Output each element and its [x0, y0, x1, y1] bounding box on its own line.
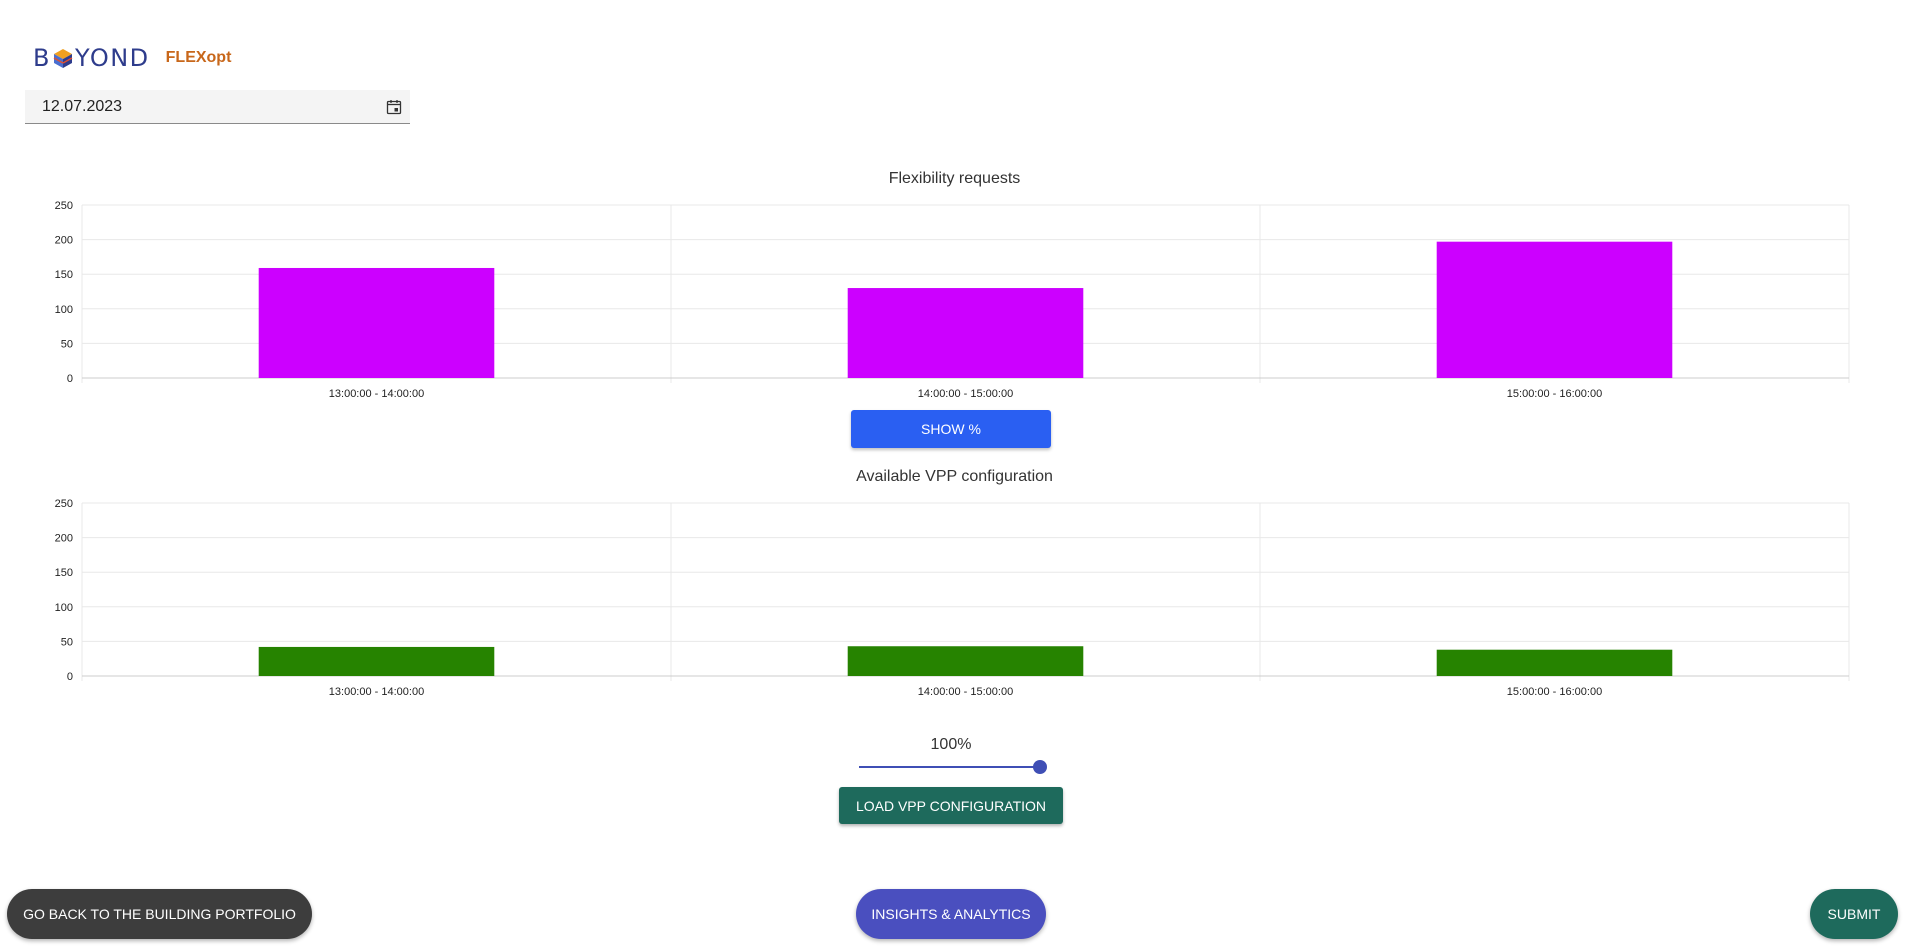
y-tick-label: 100 — [55, 602, 73, 614]
slider-track[interactable] — [859, 766, 1045, 768]
y-tick-label: 100 — [55, 304, 73, 316]
slider-value-label: 100% — [930, 736, 972, 753]
bar[interactable] — [847, 646, 1084, 676]
bar[interactable] — [1436, 649, 1673, 676]
flexibility-requests-chart: 0 50 100 150 200 250 13:00:00 - 14:00:00 14:00:… — [55, 200, 1850, 400]
x-tick-label: 13:00:00 - 14:00:00 — [329, 388, 424, 400]
brand-name: B YOND — [33, 44, 150, 72]
bar[interactable] — [258, 646, 495, 676]
show-percent-button[interactable]: SHOW % — [851, 410, 1051, 448]
flex-chart-title: Flexibility requests — [888, 170, 1021, 187]
submit-button[interactable]: SUBMIT — [1810, 889, 1898, 939]
insights-analytics-button[interactable]: INSIGHTS & ANALYTICS — [856, 889, 1046, 939]
load-vpp-configuration-button[interactable]: LOAD VPP CONFIGURATION — [839, 787, 1063, 824]
vpp-configuration-chart: 0 50 100 150 200 250 13:00:00 - 14:00:00 14:00:… — [55, 498, 1850, 698]
y-tick-label: 250 — [55, 498, 73, 510]
calendar-icon[interactable] — [384, 97, 404, 117]
product-name: FLEXopt — [165, 49, 232, 66]
y-tick-label: 250 — [55, 200, 73, 212]
y-tick-label: 0 — [67, 671, 73, 683]
back-to-portfolio-button[interactable]: GO BACK TO THE BUILDING PORTFOLIO — [7, 889, 312, 939]
slider-thumb[interactable] — [1033, 760, 1047, 774]
brand-logo: B YOND FLEXopt — [33, 44, 231, 72]
y-tick-label: 150 — [55, 269, 73, 281]
x-tick-label: 15:00:00 - 16:00:00 — [1507, 686, 1602, 698]
x-tick-label: 14:00:00 - 15:00:00 — [918, 388, 1013, 400]
x-tick-label: 14:00:00 - 15:00:00 — [918, 686, 1013, 698]
bar[interactable] — [1436, 241, 1673, 378]
brand-name-right: YOND — [74, 44, 150, 72]
y-tick-label: 150 — [55, 567, 73, 579]
brand-name-left: B — [33, 44, 51, 72]
y-tick-label: 0 — [67, 373, 73, 385]
bar[interactable] — [847, 288, 1084, 378]
y-tick-label: 50 — [61, 338, 73, 350]
x-tick-label: 13:00:00 - 14:00:00 — [329, 686, 424, 698]
cube-logo-icon — [53, 49, 73, 68]
vpp-chart-title: Available VPP configuration — [856, 468, 1053, 485]
date-value[interactable]: 12.07.2023 — [42, 98, 122, 116]
y-tick-label: 50 — [61, 636, 73, 648]
bar[interactable] — [258, 267, 495, 378]
vpp-percentage-slider[interactable] — [859, 759, 1047, 775]
x-tick-label: 15:00:00 - 16:00:00 — [1507, 388, 1602, 400]
y-tick-label: 200 — [55, 235, 73, 247]
date-picker-field[interactable]: 12.07.2023 — [25, 90, 410, 124]
y-tick-label: 200 — [55, 533, 73, 545]
